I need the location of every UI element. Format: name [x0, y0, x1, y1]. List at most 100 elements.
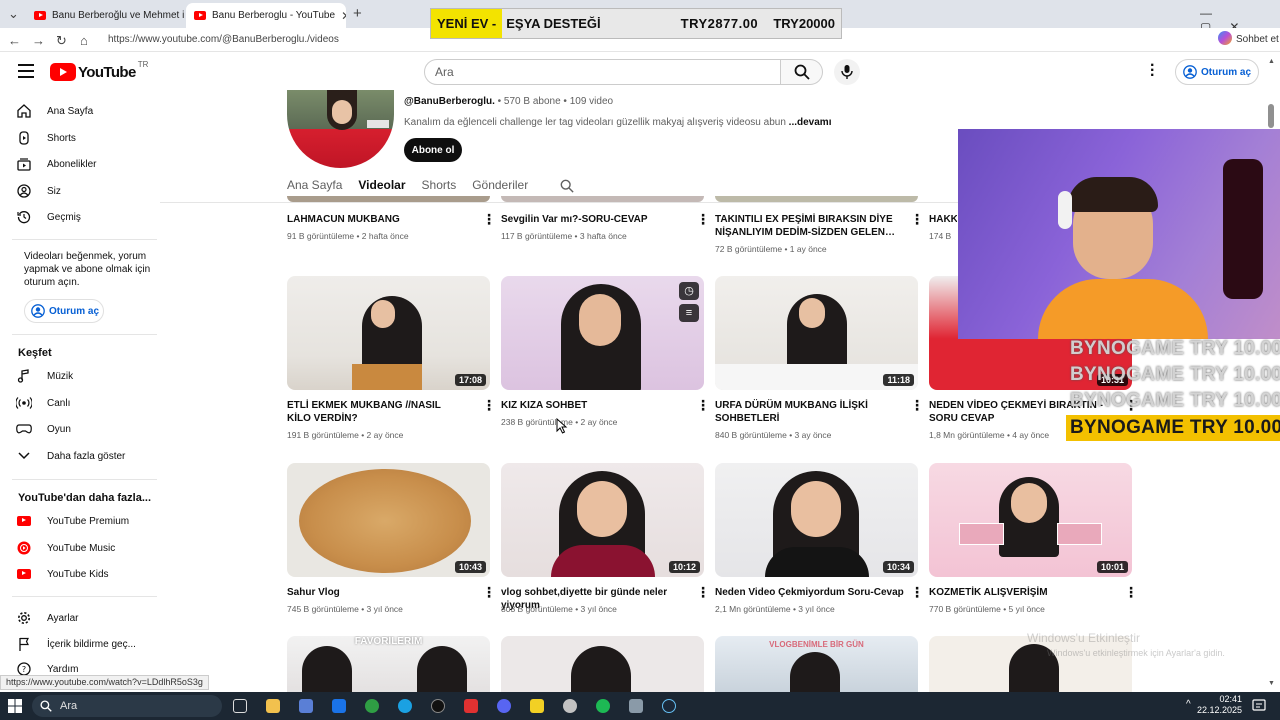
video-menu-icon[interactable]: ⋮	[482, 398, 496, 412]
tab-list-icon[interactable]: ⌄	[8, 6, 19, 22]
video-thumbnail[interactable]: 11:18	[715, 276, 918, 390]
sidebar-item-you[interactable]: Siz	[16, 178, 156, 204]
copilot-icon[interactable]	[1218, 31, 1232, 45]
app-icon[interactable]	[464, 699, 478, 713]
browser-tab-2[interactable]: Banu Berberoglu - YouTube ✕	[186, 3, 346, 28]
sidebar-item-show-more[interactable]: Daha fazla göster	[16, 443, 156, 469]
description-more-link[interactable]: ...devamı	[789, 117, 832, 128]
close-tab-icon[interactable]: ✕	[341, 9, 346, 23]
sidebar-item-gaming[interactable]: Oyun	[16, 416, 156, 442]
sidebar-item-youtube-premium[interactable]: YouTube Premium	[16, 508, 156, 534]
windows-start-icon[interactable]	[8, 699, 22, 713]
video-title[interactable]: URFA DÜRÜM MUKBANG İLİŞKİ SOHBETLERİ	[715, 399, 895, 425]
task-view-icon[interactable]	[233, 699, 247, 713]
taskbar-search[interactable]: Ara	[32, 695, 222, 717]
scroll-down-icon[interactable]: ▼	[1268, 680, 1275, 687]
video-thumbnail[interactable]: 10:12	[501, 463, 704, 577]
video-thumbnail[interactable]: ◷ ≡	[501, 276, 704, 390]
scroll-up-icon[interactable]: ▲	[1268, 58, 1275, 65]
home-icon[interactable]: ⌂	[80, 33, 88, 48]
video-title[interactable]: HAKKI	[929, 213, 957, 226]
tab-posts[interactable]: Gönderiler	[472, 178, 528, 193]
video-thumbnail-edge[interactable]	[715, 196, 918, 202]
sidebar-item-youtube-music[interactable]: YouTube Music	[16, 535, 156, 561]
channel-search-icon[interactable]	[560, 179, 574, 193]
reload-icon[interactable]: ↻	[56, 33, 67, 49]
browser-tab-1[interactable]: Banu Berberoğlu ve Mehmet ile Bi… ✕	[26, 3, 184, 28]
video-thumbnail[interactable]: 10:43	[287, 463, 490, 577]
forward-icon[interactable]: →	[32, 33, 45, 48]
video-title[interactable]: KIZ KIZA SOHBET	[501, 399, 681, 412]
notification-icon[interactable]	[1252, 699, 1266, 713]
app-icon[interactable]	[431, 699, 445, 713]
steam-icon[interactable]	[662, 699, 676, 713]
edge-icon[interactable]	[398, 699, 412, 713]
video-thumbnail-edge[interactable]	[287, 196, 490, 202]
sidebar-item-music[interactable]: Müzik	[16, 363, 156, 389]
spotify-icon[interactable]	[596, 699, 610, 713]
menu-icon[interactable]	[18, 64, 34, 78]
channel-description[interactable]: Kanalım da eğlenceli challenge ler tag v…	[404, 117, 831, 128]
subscribe-button[interactable]: Abone ol	[404, 138, 462, 162]
new-tab-icon[interactable]: +	[353, 5, 362, 22]
video-thumbnail[interactable]: 17:08	[287, 276, 490, 390]
app-icon[interactable]	[299, 699, 313, 713]
sidebar-item-home[interactable]: Ana Sayfa	[16, 98, 156, 124]
video-title[interactable]: Neden Video Çekmiyordum Soru-Cevap	[715, 586, 905, 599]
video-menu-icon[interactable]: ⋮	[482, 585, 496, 599]
sidebar-item-live[interactable]: Canlı	[16, 390, 156, 416]
youtube-logo[interactable]: YouTube TR	[50, 60, 148, 81]
video-menu-icon[interactable]: ⋮	[910, 585, 924, 599]
sidebar-item-youtube-kids[interactable]: YouTube Kids	[16, 561, 156, 587]
sidebar-item-settings[interactable]: Ayarlar	[16, 605, 156, 631]
video-menu-icon[interactable]: ⋮	[482, 212, 496, 226]
video-menu-icon[interactable]: ⋮	[1124, 585, 1138, 599]
discord-icon[interactable]	[497, 699, 511, 713]
sidebar-signin-button[interactable]: Oturum aç	[24, 299, 104, 323]
chrome-icon[interactable]	[365, 699, 379, 713]
settings-kebab-icon[interactable]: · · ·	[1150, 58, 1164, 84]
app-icon[interactable]	[332, 699, 346, 713]
video-menu-icon[interactable]: ⋮	[910, 212, 924, 226]
file-explorer-icon[interactable]	[266, 699, 280, 713]
video-menu-icon[interactable]: ⋮	[696, 585, 710, 599]
video-title[interactable]: Sahur Vlog	[287, 586, 467, 599]
app-icon[interactable]	[563, 699, 577, 713]
video-thumbnail[interactable]: 10:34	[715, 463, 918, 577]
video-menu-icon[interactable]: ⋮	[910, 398, 924, 412]
taskbar-clock[interactable]: 02:41 22.12.2025	[1196, 694, 1242, 716]
sidebar-item-report-history[interactable]: İçerik bildirme geç...	[16, 631, 156, 657]
video-thumbnail[interactable]	[501, 636, 704, 692]
search-button[interactable]	[781, 59, 823, 85]
sidebar-item-subscriptions[interactable]: Abonelikler	[16, 151, 156, 177]
video-thumbnail[interactable]: 10:01	[929, 463, 1132, 577]
video-menu-icon[interactable]: ⋮	[696, 398, 710, 412]
sidebar-item-history[interactable]: Geçmiş	[16, 204, 156, 230]
video-thumbnail[interactable]: VLOGBENİMLE BİR GÜN	[715, 636, 918, 692]
voice-search-button[interactable]	[834, 59, 860, 85]
video-thumbnail[interactable]: FAVORİLERİM	[287, 636, 490, 692]
back-icon[interactable]: ←	[8, 33, 21, 48]
page-scrollbar-thumb[interactable]	[1268, 104, 1274, 128]
url-field[interactable]: https://www.youtube.com/@BanuBerberoglu.…	[108, 34, 339, 45]
tab-shorts[interactable]: Shorts	[422, 178, 457, 193]
app-icon[interactable]	[629, 699, 643, 713]
channel-avatar[interactable]	[287, 90, 394, 168]
add-to-queue-icon[interactable]: ≡	[679, 304, 699, 322]
video-title[interactable]: ETLİ EKMEK MUKBANG //NASIL KİLO VERDİN?	[287, 399, 467, 425]
video-title[interactable]: KOZMETİK ALIŞVERİŞİM	[929, 586, 1109, 599]
copilot-label[interactable]: Sohbet et	[1236, 34, 1279, 45]
app-icon[interactable]	[530, 699, 544, 713]
tab-home[interactable]: Ana Sayfa	[287, 178, 342, 193]
sidebar-item-shorts[interactable]: Shorts	[16, 125, 156, 151]
video-title[interactable]: TAKINTILI EX PEŞİMİ BIRAKSIN DİYE NİŞANL…	[715, 213, 895, 239]
video-menu-icon[interactable]: ⋮	[696, 212, 710, 226]
tab-videos[interactable]: Videolar	[358, 178, 405, 193]
tray-expand-icon[interactable]: ^	[1186, 699, 1191, 710]
header-signin-button[interactable]: Oturum aç	[1175, 59, 1259, 85]
video-title[interactable]: Sevgilin Var mı?-SORU-CEVAP	[501, 213, 681, 226]
video-thumbnail-edge[interactable]	[501, 196, 704, 202]
watch-later-icon[interactable]: ◷	[679, 282, 699, 300]
video-title[interactable]: LAHMACUN MUKBANG	[287, 213, 467, 226]
search-input[interactable]: Ara	[424, 59, 781, 85]
